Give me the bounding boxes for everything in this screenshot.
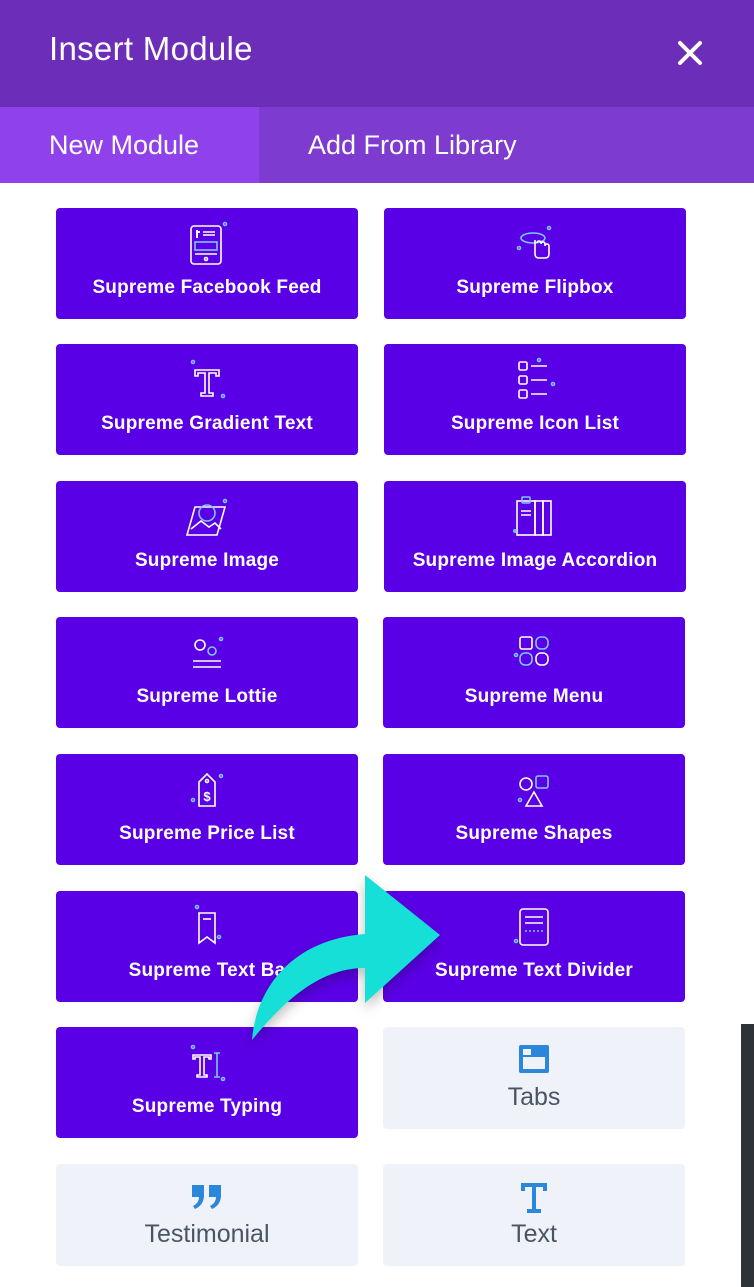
module-supreme-price-list[interactable]: $ Supreme Price List (56, 754, 358, 865)
tab-label: Add From Library (308, 129, 517, 160)
price-list-icon: $ (185, 766, 229, 814)
svg-text:$: $ (203, 789, 211, 804)
module-supreme-image-accordion[interactable]: Supreme Image Accordion (384, 481, 686, 592)
module-testimonial[interactable]: Testimonial (56, 1164, 358, 1266)
text-badge-icon (185, 903, 229, 951)
module-label: Supreme Menu (464, 686, 604, 707)
module-label: Tabs (507, 1083, 561, 1111)
module-label: Testimonial (144, 1220, 270, 1248)
tab-label: New Module (49, 129, 200, 160)
module-label: Supreme Gradient Text (101, 413, 313, 434)
icon-list-icon (513, 356, 557, 404)
module-label: Supreme Lottie (136, 686, 278, 707)
tab-new-module[interactable]: New Module (0, 107, 259, 183)
text-divider-icon (512, 903, 556, 951)
module-supreme-menu[interactable]: Supreme Menu (383, 617, 685, 728)
module-label: Supreme Text Ba (128, 960, 286, 981)
module-label: Supreme Image (134, 550, 280, 571)
module-label: Supreme Icon List (450, 413, 620, 434)
shapes-icon (512, 766, 556, 814)
menu-icon (512, 629, 556, 677)
module-supreme-flipbox[interactable]: Supreme Flipbox (384, 208, 686, 319)
module-supreme-image[interactable]: Supreme Image (56, 481, 358, 592)
facebook-feed-icon (185, 220, 229, 268)
close-icon[interactable] (672, 35, 708, 71)
text-icon (516, 1179, 552, 1215)
module-label: Supreme Typing (131, 1096, 283, 1117)
flipbox-icon (513, 220, 557, 268)
module-label: Supreme Facebook Feed (92, 277, 322, 298)
typing-icon (185, 1039, 229, 1087)
scrollbar[interactable] (741, 1024, 754, 1287)
image-icon (185, 493, 229, 541)
module-label: Supreme Flipbox (456, 277, 614, 298)
module-text[interactable]: Text (383, 1164, 685, 1266)
modal-title: Insert Module (49, 30, 253, 67)
gradient-text-icon (185, 356, 229, 404)
module-supreme-text-divider[interactable]: Supreme Text Divider (383, 891, 685, 1002)
module-tabs[interactable]: Tabs (383, 1027, 685, 1129)
module-label: Text (511, 1220, 557, 1248)
module-supreme-text-badge[interactable]: Supreme Text Ba (56, 891, 358, 1002)
module-label: Supreme Shapes (455, 823, 613, 844)
module-supreme-shapes[interactable]: Supreme Shapes (383, 754, 685, 865)
module-supreme-lottie[interactable]: Supreme Lottie (56, 617, 358, 728)
module-label: Supreme Price List (119, 823, 295, 844)
module-grid: Supreme Facebook Feed Supreme Flipbox Su… (0, 183, 740, 1287)
quote-icon (189, 1179, 225, 1215)
lottie-icon (185, 629, 229, 677)
module-supreme-facebook-feed[interactable]: Supreme Facebook Feed (56, 208, 358, 319)
tab-add-from-library[interactable]: Add From Library (259, 107, 754, 183)
module-supreme-gradient-text[interactable]: Supreme Gradient Text (56, 344, 358, 455)
module-label: Supreme Image Accordion (412, 550, 658, 571)
tab-bar: New Module Add From Library (0, 107, 754, 183)
image-accordion-icon (512, 493, 557, 541)
tabs-icon (516, 1042, 552, 1078)
module-label: Supreme Text Divider (435, 960, 633, 981)
modal-header: Insert Module (0, 0, 754, 107)
module-supreme-icon-list[interactable]: Supreme Icon List (384, 344, 686, 455)
module-supreme-typing[interactable]: Supreme Typing (56, 1027, 358, 1138)
